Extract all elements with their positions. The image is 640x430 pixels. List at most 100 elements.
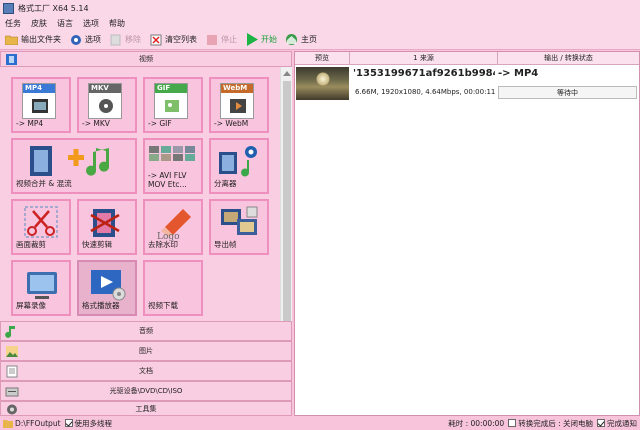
remove-button[interactable]: 移除 [106,31,144,49]
section-document-label: 文档 [139,367,153,375]
after-done-label: 转换完成后 : 关闭电脑 [518,418,593,428]
tile-avi-flv-mov[interactable]: -> AVI FLV MOV Etc... [143,138,203,194]
category-panel: 视频 MP4 -> MP4 MKV -> MKV GIF -> GIF WebM… [0,51,292,416]
clear-list-button[interactable]: 清空列表 [146,31,200,49]
music-note-icon [5,326,16,338]
section-image[interactable]: 图片 [0,341,292,361]
start-button[interactable]: 开始 [242,31,280,49]
multithread-checkbox[interactable] [64,419,73,427]
menu-task[interactable]: 任务 [0,18,26,29]
tile-export-frames-label: 导出帧 [214,240,237,249]
menu-language[interactable]: 语言 [52,18,78,29]
col-source[interactable]: 1 来源 [350,52,498,64]
menu-skin[interactable]: 皮肤 [26,18,52,29]
document-icon [6,365,18,378]
tile-quick-cut[interactable]: 快速剪辑 [77,199,137,255]
player-icon [91,270,126,301]
disc-drive-icon [5,387,19,397]
tools-icon [7,404,17,415]
title-bar: 格式工厂 X64 5.14 [0,0,640,16]
table-row[interactable]: '1353199671af9261b9984e6dac1 -> MP4 6.66… [295,66,639,102]
tile-merge-mux-label: 视频合并 & 混流 [16,179,72,188]
section-audio[interactable]: 音频 [0,321,292,341]
window-title: 格式工厂 X64 5.14 [18,3,89,13]
home-icon [285,33,298,46]
folder-icon [3,419,13,428]
stop-label: 停止 [221,35,237,44]
options-button[interactable]: 选项 [66,31,104,49]
output-path[interactable]: D:\FFOutput [15,419,61,428]
formats-icon [149,146,195,161]
section-image-label: 图片 [139,347,153,355]
export-frames-icon [221,206,258,235]
folder-icon [5,33,18,46]
crop-scissors-icon [24,206,58,238]
tile-to-gif-label: -> GIF [148,119,172,128]
notify-label: 完成通知 [607,418,637,428]
film-icon [6,54,17,65]
tile-video-download[interactable]: 视频下载 [143,260,203,316]
stop-button[interactable]: 停止 [202,31,240,49]
app-icon [3,2,14,14]
clear-list-icon [149,33,162,46]
elapsed-time: 耗时 : 00:00:00 [448,418,505,428]
quick-cut-icon [90,209,120,237]
col-preview[interactable]: 预览 [295,52,350,64]
notify-checkbox[interactable] [597,419,605,427]
status-bar: D:\FFOutput 使用多线程 耗时 : 00:00:00 转换完成后 : … [0,416,640,430]
tile-quick-cut-label: 快速剪辑 [82,240,112,249]
section-document[interactable]: 文档 [0,361,292,381]
file-webm-icon: WebM [220,83,254,119]
tile-to-mp4-label: -> MP4 [16,119,44,128]
stop-icon [205,33,218,46]
source-info: 6.66M, 1920x1080, 4.64Mbps, 00:00:11 [355,88,496,96]
target-format: -> MP4 [498,68,539,79]
clear-list-label: 清空列表 [165,35,197,44]
tile-splitter[interactable]: 分离器 [209,138,269,194]
remove-label: 移除 [125,35,141,44]
col-output-status[interactable]: 输出 / 转换状态 [498,52,639,64]
source-filename: '1353199671af9261b9984e6dac1 [353,68,495,79]
tile-crop-label: 画面裁剪 [16,240,46,249]
tile-export-frames[interactable]: 导出帧 [209,199,269,255]
menu-bar: 任务 皮肤 语言 选项 帮助 [0,16,640,30]
section-disc[interactable]: 光驱设备\DVD\CD\ISO [0,381,292,401]
after-done-checkbox[interactable] [508,419,517,427]
menu-help[interactable]: 帮助 [104,18,130,29]
tile-splitter-label: 分离器 [214,179,237,188]
task-list: 预览 1 来源 输出 / 转换状态 '1353199671af9261b9984… [294,51,640,416]
tile-screen-record[interactable]: 屏幕录像 [11,260,71,316]
section-video[interactable]: 视频 [0,51,292,67]
tile-to-mkv-label: -> MKV [82,119,110,128]
tile-remove-watermark-label: 去除水印 [148,240,178,249]
tile-to-mp4[interactable]: MP4 -> MP4 [11,77,71,133]
tile-to-mkv[interactable]: MKV -> MKV [77,77,137,133]
file-mkv-icon: MKV [88,83,122,119]
output-folder-button[interactable]: 输出文件夹 [2,31,64,49]
tile-to-webm[interactable]: WebM -> WebM [209,77,269,133]
tile-to-gif[interactable]: GIF -> GIF [143,77,203,133]
section-tools-label: 工具集 [135,404,157,413]
home-label: 主页 [301,35,317,44]
task-list-header: 预览 1 来源 输出 / 转换状态 [295,52,639,65]
remove-icon [109,33,122,46]
menu-options[interactable]: 选项 [78,18,104,29]
start-label: 开始 [261,35,277,44]
tile-screen-record-label: 屏幕录像 [16,301,46,310]
file-mp4-icon: MP4 [22,83,56,119]
tile-crop[interactable]: 画面裁剪 [11,199,71,255]
section-tools[interactable]: 工具集 [0,401,292,416]
video-thumbnail [296,67,349,100]
home-button[interactable]: 主页 [282,31,320,49]
toolbar: 输出文件夹 选项 移除 清空列表 停止 开始 主页 [0,30,640,50]
tile-remove-watermark[interactable]: Logo 去除水印 [143,199,203,255]
screen-record-icon [27,272,57,299]
tile-merge-mux[interactable]: 视频合并 & 混流 [11,138,137,194]
eraser-icon: Logo [157,209,191,241]
scroll-up-icon[interactable] [283,71,291,76]
scroll-thumb[interactable] [283,81,291,325]
tile-player[interactable]: 格式播放器 [77,260,137,316]
tile-avi-flv-mov-label: -> AVI FLV MOV Etc... [148,171,187,189]
section-audio-label: 音频 [139,327,153,335]
section-disc-label: 光驱设备\DVD\CD\ISO [109,387,183,395]
